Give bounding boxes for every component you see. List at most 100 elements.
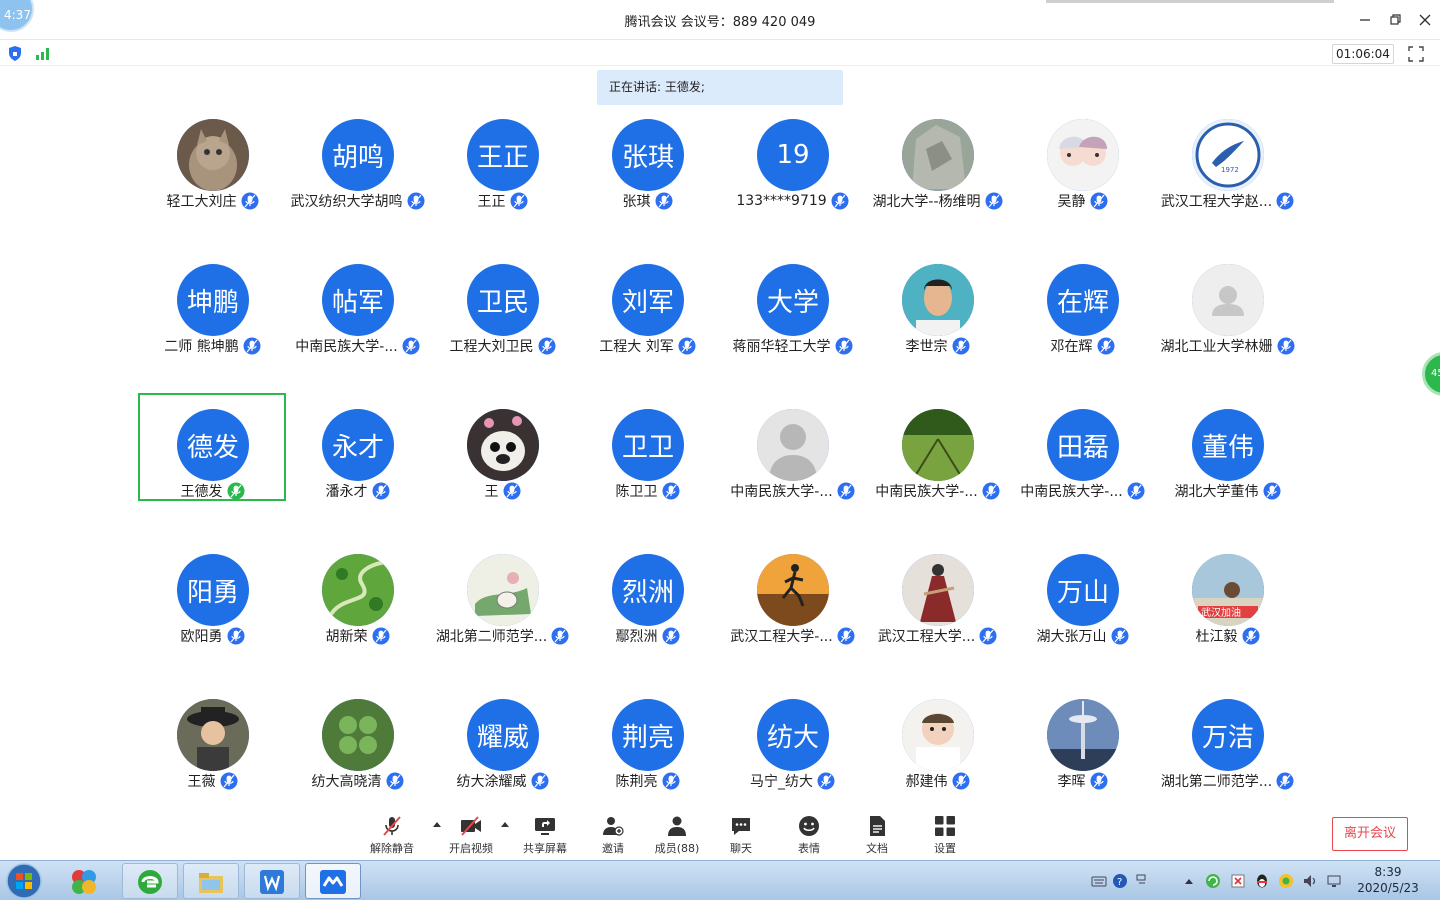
chat-button[interactable]: 聊天: [711, 808, 771, 858]
participant-tile[interactable]: 轻工大刘庄: [140, 105, 285, 213]
unmute-button[interactable]: 解除静音: [362, 808, 422, 858]
members-button[interactable]: 成员(88): [647, 808, 707, 858]
tray-refresh-icon[interactable]: [1205, 873, 1221, 889]
ime-icon[interactable]: [1134, 873, 1150, 889]
participant-tile[interactable]: 湖北工业大学林姗: [1155, 250, 1300, 358]
participant-tile[interactable]: 永才 潘永才: [285, 395, 430, 503]
video-options-caret-icon[interactable]: [500, 820, 510, 828]
show-hidden-icons-icon[interactable]: [1184, 877, 1194, 885]
participant-tile[interactable]: 胡鸣 武汉纺织大学胡鸣: [285, 105, 430, 213]
participant-name: 湖大张万山: [1036, 629, 1107, 645]
participant-tile[interactable]: 1972 武汉工程大学赵...: [1155, 105, 1300, 213]
close-button[interactable]: [1415, 10, 1435, 30]
participant-tile[interactable]: 阳勇 欧阳勇: [140, 540, 285, 648]
participant-name-row: 蒋丽华轻工大学: [720, 336, 865, 356]
participant-tile[interactable]: 19 133****9719: [720, 105, 865, 213]
system-clock[interactable]: 8:39 2020/5/23: [1356, 864, 1420, 896]
participant-tile[interactable]: 万山 湖大张万山: [1010, 540, 1155, 648]
participant-tile[interactable]: 武汉工程大学-...: [720, 540, 865, 648]
participant-tile[interactable]: 荆亮 陈荆亮: [575, 685, 720, 793]
participant-tile[interactable]: 烈洲 鄢烈洲: [575, 540, 720, 648]
security-shield-icon[interactable]: [8, 46, 22, 61]
participant-name-row: 湖大张万山: [1010, 626, 1155, 646]
popup-edge: [1046, 0, 1334, 3]
baby-photo: [902, 699, 974, 771]
participant-tile[interactable]: 田磊 中南民族大学-...: [1010, 395, 1155, 503]
avatar-initials: 在辉: [1047, 264, 1119, 336]
network-signal-icon[interactable]: [35, 47, 51, 60]
participant-name-row: 欧阳勇: [140, 626, 285, 646]
avatar-initials: 纺大: [757, 699, 829, 771]
participant-tile[interactable]: 耀威 纺大涂耀威: [430, 685, 575, 793]
participant-tile[interactable]: 李晖: [1010, 685, 1155, 793]
participant-tile[interactable]: 纺大高晓清: [285, 685, 430, 793]
chat-label: 聊天: [730, 842, 752, 855]
participant-tile[interactable]: 董伟 湖北大学董伟: [1155, 395, 1300, 503]
minimize-button[interactable]: [1355, 10, 1375, 30]
help-icon[interactable]: ?: [1112, 873, 1128, 889]
participant-name: 王: [484, 484, 499, 500]
start-button-icon[interactable]: [4, 862, 44, 900]
participant-tile[interactable]: 中南民族大学-...: [720, 395, 865, 503]
share-screen-button[interactable]: 共享屏幕: [515, 808, 575, 858]
participant-tile[interactable]: 郝建伟: [865, 685, 1010, 793]
fullscreen-icon[interactable]: [1406, 44, 1426, 64]
participant-tile[interactable]: 武汉加油 杜江毅: [1155, 540, 1300, 648]
participant-tile[interactable]: 刘军 工程大 刘军: [575, 250, 720, 358]
participant-tile[interactable]: 万洁 湖北第二师范学...: [1155, 685, 1300, 793]
restore-button[interactable]: [1385, 10, 1405, 30]
documents-button[interactable]: 文档: [847, 808, 907, 858]
settings-button[interactable]: 设置: [915, 808, 975, 858]
participant-tile[interactable]: 张琪 张琪: [575, 105, 720, 213]
participant-tile[interactable]: 胡新荣: [285, 540, 430, 648]
avatar-photo: [177, 699, 249, 771]
participant-tile[interactable]: 王薇: [140, 685, 285, 793]
participant-tile[interactable]: 王正 王正: [430, 105, 575, 213]
taskbar-app-browser[interactable]: [122, 863, 178, 899]
participant-tile[interactable]: 帖军 中南民族大学-...: [285, 250, 430, 358]
start-video-button[interactable]: 开启视频: [441, 808, 501, 858]
participant-tile[interactable]: 在辉 邓在辉: [1010, 250, 1155, 358]
svg-text:?: ?: [1117, 877, 1122, 888]
avatar-photo: [757, 554, 829, 626]
participant-tile[interactable]: 德发 王德发: [138, 393, 286, 501]
taskbar-app-tencent-meeting[interactable]: [305, 863, 361, 899]
participant-tile[interactable]: 王: [430, 395, 575, 503]
participant-name-row: 中南民族大学-...: [1010, 481, 1155, 501]
tray-security-icon[interactable]: [1230, 873, 1246, 889]
taskbar-app-explorer[interactable]: [183, 863, 239, 899]
participant-tile[interactable]: 中南民族大学-...: [865, 395, 1010, 503]
participant-tile[interactable]: 李世宗: [865, 250, 1010, 358]
members-label: 成员(88): [654, 842, 700, 855]
participant-tile[interactable]: 大学 蒋丽华轻工大学: [720, 250, 865, 358]
taskbar-app-pinwheel[interactable]: [56, 863, 112, 899]
portrait-photo: [902, 264, 974, 336]
tray-app-icon[interactable]: [1278, 873, 1294, 889]
keyboard-icon[interactable]: [1091, 873, 1107, 889]
avatar-initials: 永才: [322, 409, 394, 481]
leave-meeting-button[interactable]: 离开会议: [1332, 817, 1408, 851]
floating-count-badge[interactable]: 45: [1422, 352, 1440, 396]
participant-tile[interactable]: 卫卫 陈卫卫: [575, 395, 720, 503]
participant-tile[interactable]: 湖北大学--杨维明: [865, 105, 1010, 213]
mic-status-icon: [1242, 627, 1259, 645]
participant-name: 王德发: [180, 484, 223, 500]
participant-tile[interactable]: 吴静: [1010, 105, 1155, 213]
network-icon[interactable]: [1326, 873, 1342, 889]
participant-tile[interactable]: 卫民 工程大刘卫民: [430, 250, 575, 358]
browser-icon: [138, 870, 162, 894]
avatar-photo: [902, 554, 974, 626]
participant-tile[interactable]: 坤鹏 二师 熊坤鹏: [140, 250, 285, 358]
volume-icon[interactable]: [1302, 873, 1318, 889]
mic-status-icon: [407, 192, 424, 210]
emoji-button[interactable]: 表情: [779, 808, 839, 858]
meeting-toolbar: 解除静音 开启视频 共享屏幕 邀请 成员(88) 聊天 表情 文档 设置 离开会…: [0, 808, 1440, 860]
participant-tile[interactable]: 纺大 马宁_纺大: [720, 685, 865, 793]
participant-tile[interactable]: 武汉工程大学...: [865, 540, 1010, 648]
invite-button[interactable]: 邀请: [583, 808, 643, 858]
members-icon: [668, 816, 686, 836]
mic-status-icon: [510, 192, 527, 210]
taskbar-app-wps[interactable]: [244, 863, 300, 899]
participant-tile[interactable]: 湖北第二师范学...: [430, 540, 575, 648]
qq-penguin-icon[interactable]: [1254, 873, 1270, 889]
